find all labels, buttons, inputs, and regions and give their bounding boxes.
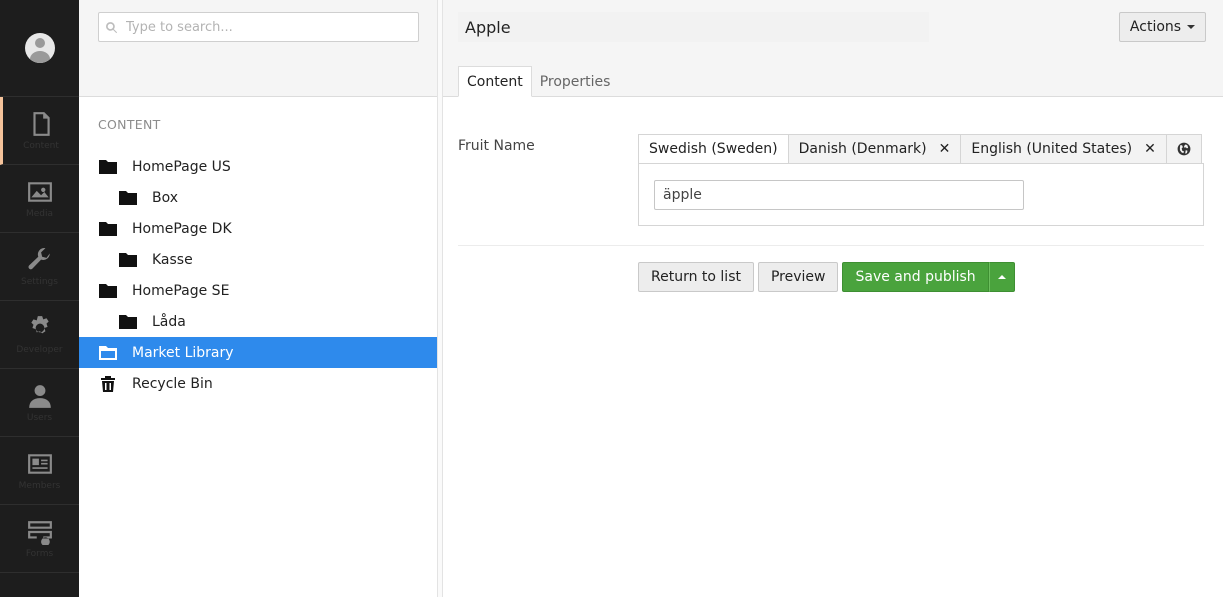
search-box[interactable] — [98, 12, 419, 42]
language-tab-label: English (United States) — [971, 141, 1133, 157]
language-panel — [638, 163, 1204, 226]
folder-open-icon — [99, 345, 117, 360]
tree-node-label: Box — [152, 189, 179, 206]
nav-label: Settings — [21, 276, 58, 287]
nav-label: Users — [26, 412, 53, 423]
tree-header — [79, 0, 437, 97]
editor-header: Apple Actions Content Properties — [443, 0, 1223, 97]
app-nav: Content Media Settings Developer Users M… — [0, 0, 79, 597]
tree-node-label: HomePage US — [132, 158, 231, 175]
search-input[interactable] — [126, 19, 406, 35]
folder-icon — [99, 283, 117, 298]
node-name-field[interactable]: Apple — [458, 12, 929, 42]
content-editor: Apple Actions Content Properties Fruit N… — [443, 0, 1223, 597]
form-icon — [27, 520, 52, 545]
return-to-list-button[interactable]: Return to list — [638, 262, 754, 292]
add-language-button[interactable] — [1166, 134, 1202, 164]
preview-button[interactable]: Preview — [757, 262, 839, 292]
language-tab-swedish[interactable]: Swedish (Sweden) — [638, 134, 789, 164]
search-icon — [106, 21, 118, 33]
nav-label: Members — [18, 480, 61, 491]
tab-content[interactable]: Content — [458, 66, 532, 97]
avatar-container — [0, 0, 79, 97]
fruit-name-input[interactable] — [654, 180, 1024, 210]
tree-node-lada[interactable]: Låda — [79, 306, 437, 337]
tree-node-box[interactable]: Box — [79, 182, 437, 213]
avatar[interactable] — [24, 33, 55, 63]
tab-properties[interactable]: Properties — [532, 66, 619, 97]
property-label: Fruit Name — [458, 138, 535, 154]
nav-label: Forms — [25, 548, 54, 559]
nav-item-forms[interactable]: Forms — [0, 505, 79, 573]
section-title: CONTENT — [98, 117, 161, 132]
actions-label: Actions — [1129, 19, 1182, 35]
tree-node-label: Market Library — [132, 344, 234, 361]
tree-node-homepage-us[interactable]: HomePage US — [79, 151, 437, 182]
chevron-down-icon — [1187, 25, 1196, 29]
folder-icon — [119, 314, 137, 329]
tree-list: HomePage US Box HomePage DK Kasse HomePa… — [79, 151, 437, 399]
language-tab-danish[interactable]: Danish (Denmark) ✕ — [788, 134, 962, 164]
nav-item-users[interactable]: Users — [0, 369, 79, 437]
nav-label: Content — [23, 140, 59, 151]
nav-item-members[interactable]: Members — [0, 437, 79, 505]
tree-node-label: HomePage DK — [132, 220, 232, 237]
tree-node-homepage-se[interactable]: HomePage SE — [79, 275, 437, 306]
tree-node-label: Låda — [152, 313, 186, 330]
editor-tabs: Content Properties — [458, 66, 618, 97]
tree-node-kasse[interactable]: Kasse — [79, 244, 437, 275]
tree-node-label: Kasse — [152, 251, 193, 268]
content-tree-panel: CONTENT HomePage US Box HomePage DK Kass… — [79, 0, 438, 597]
actions-button[interactable]: Actions — [1119, 12, 1206, 42]
property-row-fruit-name: Fruit Name Swedish (Sweden) Danish (Denm… — [458, 97, 1204, 246]
nav-item-settings[interactable]: Settings — [0, 233, 79, 301]
tree-node-market-library[interactable]: Market Library — [79, 337, 437, 368]
tree-node-label: HomePage SE — [132, 282, 230, 299]
tree-node-recycle-bin[interactable]: Recycle Bin — [79, 368, 437, 399]
language-tab-english[interactable]: English (United States) ✕ — [961, 134, 1167, 164]
tree-node-homepage-dk[interactable]: HomePage DK — [79, 213, 437, 244]
document-icon — [33, 111, 50, 136]
wrench-icon — [27, 247, 50, 269]
nav-label: Developer — [16, 344, 63, 355]
user-icon — [28, 384, 51, 408]
trash-icon — [101, 375, 115, 392]
tree-node-label: Recycle Bin — [132, 375, 213, 392]
save-options-button[interactable] — [988, 262, 1015, 292]
folder-icon — [119, 190, 137, 205]
image-icon — [27, 181, 52, 202]
gear-icon — [30, 315, 49, 333]
nav-item-media[interactable]: Media — [0, 165, 79, 233]
language-tabs: Swedish (Sweden) Danish (Denmark) ✕ Engl… — [638, 134, 1202, 164]
close-icon[interactable]: ✕ — [1144, 141, 1156, 157]
folder-icon — [119, 252, 137, 267]
globe-icon — [1177, 142, 1191, 156]
close-icon[interactable]: ✕ — [939, 141, 951, 157]
id-card-icon — [27, 453, 52, 474]
nav-item-content[interactable]: Content — [0, 97, 79, 165]
editor-buttons: Return to list Preview Save and publish — [638, 262, 1015, 292]
save-and-publish-button[interactable]: Save and publish — [842, 262, 989, 292]
language-tab-label: Danish (Denmark) — [798, 141, 927, 157]
folder-icon — [99, 159, 117, 174]
nav-label: Media — [25, 208, 54, 219]
language-tab-label: Swedish (Sweden) — [649, 141, 778, 157]
folder-icon — [99, 221, 117, 236]
nav-item-developer[interactable]: Developer — [0, 301, 79, 369]
chevron-up-icon — [997, 275, 1006, 279]
